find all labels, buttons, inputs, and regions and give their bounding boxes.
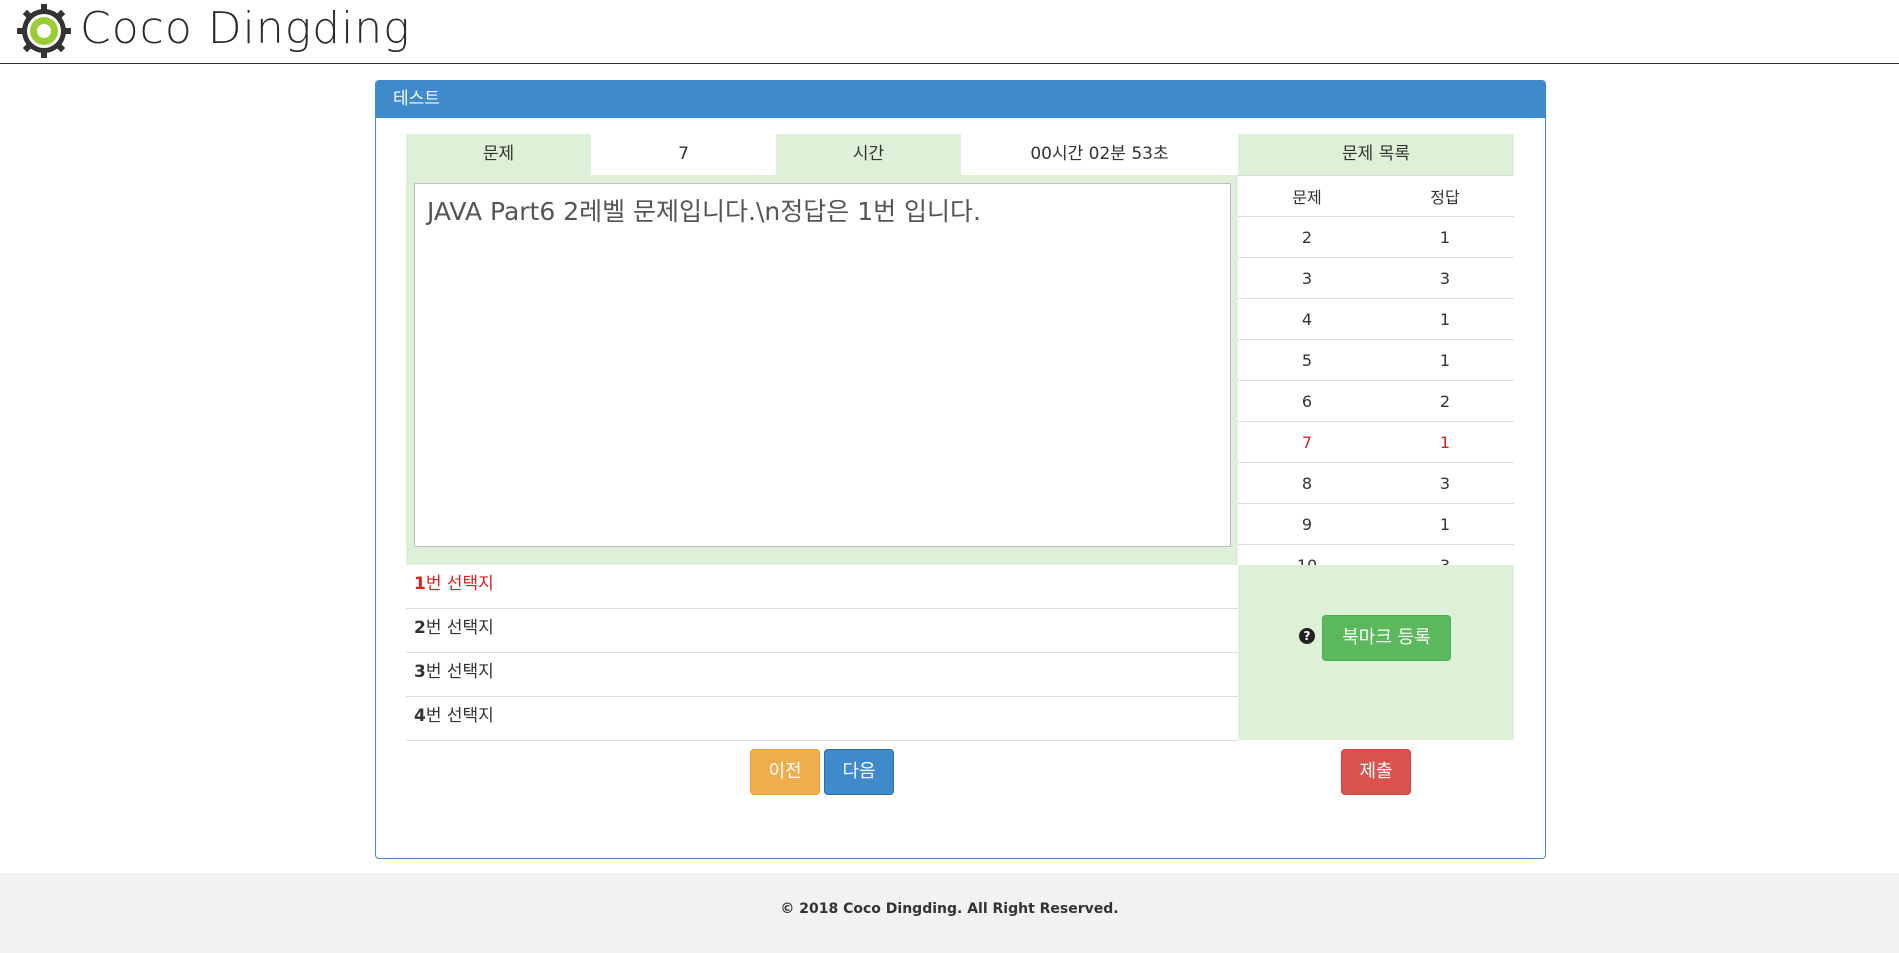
answer-cell: 3 [1376, 257, 1514, 299]
choice-4[interactable]: 4번 선택지 [406, 697, 1238, 741]
choice-number: 1 [414, 574, 426, 594]
choice-number: 4 [414, 706, 426, 726]
table-row[interactable]: 83 [1238, 462, 1514, 504]
submit-button[interactable]: 제출 [1341, 749, 1411, 795]
question-cell: 6 [1238, 380, 1376, 422]
answer-cell: 1 [1376, 503, 1514, 545]
answer-cell: 1 [1376, 339, 1514, 381]
brand-name[interactable]: Coco Dingding [80, 0, 411, 58]
table-row-current[interactable]: 71 [1238, 421, 1514, 463]
gear-logo-icon[interactable] [16, 3, 72, 59]
bookmark-button[interactable]: 북마크 등록 [1322, 615, 1451, 661]
choice-3[interactable]: 3번 선택지 [406, 653, 1238, 697]
time-label: 시간 [776, 134, 961, 175]
answer-cell: 2 [1376, 380, 1514, 422]
table-row[interactable]: 21 [1238, 216, 1514, 258]
test-panel: 테스트 문제 7 시간 00시간 02분 53초 JAVA Part6 2레벨 … [375, 80, 1546, 859]
answer-cell: 1 [1376, 298, 1514, 340]
choice-label: 번 선택지 [425, 574, 494, 594]
copyright-text: © 2018 Coco Dingding. All Right Reserved… [780, 901, 1119, 917]
table-row[interactable]: 91 [1238, 503, 1514, 545]
answer-cell: 1 [1376, 216, 1514, 258]
choice-label: 번 선택지 [425, 618, 494, 638]
question-list-panel: 문제 목록 문제 정답 21 33 41 51 62 71 83 91 103 [1238, 134, 1514, 585]
question-number-value: 7 [591, 134, 776, 175]
table-header-row: 문제 정답 [1238, 175, 1514, 217]
choice-1[interactable]: 1번 선택지 [406, 565, 1238, 609]
table-row[interactable]: 62 [1238, 380, 1514, 422]
question-text: JAVA Part6 2레벨 문제입니다.\n정답은 1번 입니다. [427, 197, 982, 226]
bookmark-area: ? 북마크 등록 [1238, 565, 1514, 740]
choice-label: 번 선택지 [425, 706, 494, 726]
question-box: JAVA Part6 2레벨 문제입니다.\n정답은 1번 입니다. [414, 183, 1231, 547]
choice-number: 2 [414, 618, 426, 638]
table-row[interactable]: 41 [1238, 298, 1514, 340]
question-cell: 3 [1238, 257, 1376, 299]
info-row: 문제 7 시간 00시간 02분 53초 [406, 134, 1238, 175]
question-cell: 2 [1238, 216, 1376, 258]
question-cell: 9 [1238, 503, 1376, 545]
answer-cell: 3 [1376, 462, 1514, 504]
choice-2[interactable]: 2번 선택지 [406, 609, 1238, 653]
footer: © 2018 Coco Dingding. All Right Reserved… [0, 873, 1899, 953]
answer-cell: 1 [1376, 421, 1514, 463]
next-button[interactable]: 다음 [824, 749, 894, 795]
choices-list: 1번 선택지 2번 선택지 3번 선택지 4번 선택지 [406, 565, 1238, 741]
question-cell: 7 [1238, 421, 1376, 463]
choice-number: 3 [414, 662, 426, 682]
panel-title: 테스트 [376, 81, 1545, 118]
col-answer-header: 정답 [1376, 175, 1514, 217]
table-row[interactable]: 33 [1238, 257, 1514, 299]
col-question-header: 문제 [1238, 175, 1376, 217]
table-row[interactable]: 51 [1238, 339, 1514, 381]
question-list-table: 문제 정답 21 33 41 51 62 71 83 91 103 [1238, 175, 1514, 585]
site-header: Coco Dingding [0, 0, 1899, 64]
question-cell: 4 [1238, 298, 1376, 340]
question-circle-icon[interactable]: ? [1299, 628, 1315, 644]
prev-button[interactable]: 이전 [750, 749, 820, 795]
choice-label: 번 선택지 [425, 662, 494, 682]
question-area: JAVA Part6 2레벨 문제입니다.\n정답은 1번 입니다. [406, 175, 1238, 565]
question-number-label: 문제 [406, 134, 591, 175]
question-cell: 5 [1238, 339, 1376, 381]
question-list-title: 문제 목록 [1238, 134, 1514, 175]
time-value: 00시간 02분 53초 [961, 134, 1238, 175]
question-cell: 8 [1238, 462, 1376, 504]
